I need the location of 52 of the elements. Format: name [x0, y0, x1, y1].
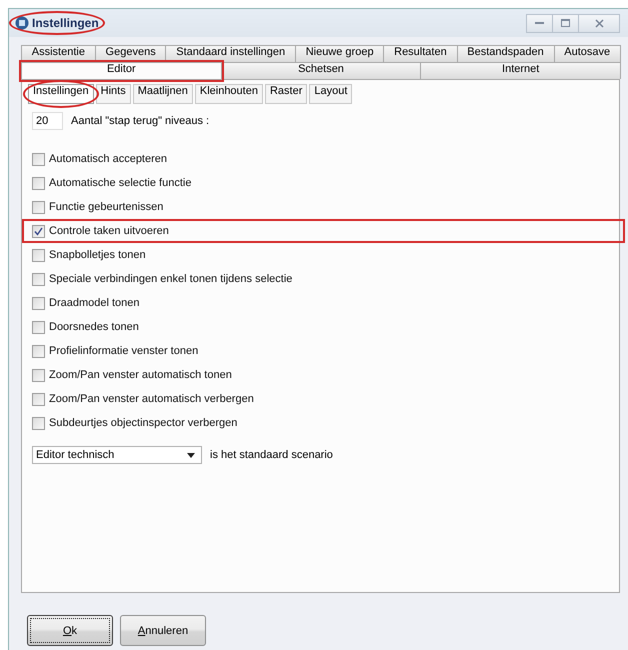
checkbox-label: Draadmodel tonen	[49, 297, 140, 309]
checkbox[interactable]	[32, 368, 45, 382]
checkbox[interactable]	[32, 248, 45, 262]
dialog-button[interactable]: Ok	[27, 615, 113, 646]
checkbox[interactable]	[32, 224, 45, 238]
checkbox[interactable]	[32, 416, 45, 430]
tab[interactable]: Bestandspaden	[456, 45, 555, 62]
checkbox-label: Automatische selectie functie	[49, 177, 192, 189]
dropdown-label: is het standaard scenario	[210, 449, 333, 461]
subtab[interactable]: Hints	[96, 84, 131, 104]
field-label: Aantal "stap terug" niveaus :	[71, 115, 210, 127]
checkbox[interactable]	[32, 176, 45, 190]
tab[interactable]: Editor	[21, 62, 222, 79]
checkbox[interactable]	[32, 272, 45, 286]
subtab[interactable]: Raster	[264, 84, 308, 104]
checkbox-label: Snapbolletjes tonen	[49, 249, 146, 261]
window-title: Instellingen	[32, 16, 99, 30]
minimize-icon	[535, 21, 544, 25]
minimize-button[interactable]	[526, 14, 553, 32]
subtab[interactable]: Kleinhouten	[194, 84, 263, 104]
dialog-button[interactable]: Annuleren	[120, 615, 206, 646]
app-icon	[15, 16, 29, 30]
scenario-dropdown[interactable]: Editor technisch	[32, 446, 202, 464]
checkbox-label: Doorsnedes tonen	[49, 321, 139, 333]
checkbox-label: Controle taken uitvoeren	[49, 225, 169, 237]
tab[interactable]: Internet	[420, 62, 622, 79]
checkbox-label: Profielinformatie venster tonen	[49, 345, 198, 357]
checkbox[interactable]	[32, 344, 45, 358]
subtab[interactable]: Layout	[309, 84, 352, 104]
checkbox-label: Zoom/Pan venster automatisch tonen	[49, 369, 232, 381]
checkbox[interactable]	[32, 200, 45, 214]
tab[interactable]: Resultaten	[383, 45, 458, 62]
checkbox-label: Functie gebeurtenissen	[49, 201, 164, 213]
dropdown-arrow-icon	[187, 452, 195, 458]
tab[interactable]: Autosave	[554, 45, 621, 62]
close-button[interactable]	[579, 14, 620, 32]
close-icon	[594, 18, 604, 28]
maximize-button[interactable]	[553, 14, 579, 32]
checkbox[interactable]	[32, 296, 45, 310]
checkbox-label: Speciale verbindingen enkel tonen tijdens selectie	[49, 273, 292, 285]
tab[interactable]: Standaard instellingen	[165, 45, 296, 62]
checkbox[interactable]	[32, 392, 45, 406]
checkbox-label: Subdeurtjes objectinspector verbergen	[49, 417, 238, 429]
undo-levels-field[interactable]: 20	[32, 112, 63, 130]
checkbox[interactable]	[32, 320, 45, 334]
checkmark-icon	[34, 226, 43, 236]
tab[interactable]: Nieuwe groep	[294, 45, 384, 62]
checkbox[interactable]	[32, 152, 45, 166]
subtab[interactable]: Maatlijnen	[132, 84, 193, 104]
checkbox-label: Zoom/Pan venster automatisch verbergen	[49, 393, 254, 405]
maximize-icon	[561, 19, 570, 27]
checkbox-label: Automatisch accepteren	[49, 153, 168, 165]
